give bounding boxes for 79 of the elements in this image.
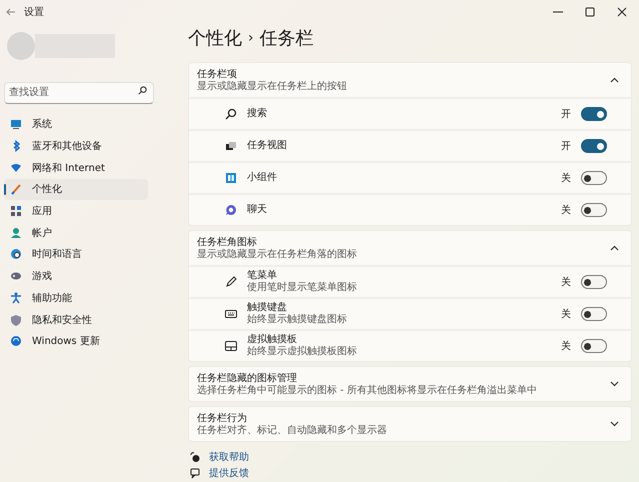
card-header[interactable]: 任务栏角图标 显示或隐藏显示在任务栏角落的图标 (189, 231, 631, 265)
card-header[interactable]: 任务栏行为 任务栏对齐、标记、自动隐藏和多个显示器 (189, 407, 631, 441)
setting-label: 触摸键盘 (247, 302, 288, 314)
setting-description: 使用笔时显示笔菜单图标 (247, 282, 358, 294)
shield-icon (10, 314, 22, 326)
setting-label: 笔菜单 (247, 270, 278, 282)
chevron-down-icon (610, 381, 619, 387)
monitor-icon (10, 118, 22, 130)
section-description: 选择任务栏角中可能显示的图标 - 所有其他图标将显示在任务栏角溢出菜单中 (197, 384, 538, 396)
toggle-state-label: 开 (561, 108, 571, 121)
toggle-switch[interactable] (581, 139, 607, 153)
sidebar-item[interactable]: 游戏 (4, 266, 148, 286)
help-link[interactable]: 获取帮助 (209, 450, 249, 464)
section-title: 任务栏角图标 (197, 236, 258, 248)
setting-description: 始终显示虚拟触摸板图标 (247, 346, 358, 358)
sidebar-item[interactable]: 帐户 (4, 222, 148, 244)
help-link[interactable]: 提供反馈 (209, 466, 249, 480)
setting-label: 搜索 (247, 108, 268, 120)
toggle-switch[interactable] (581, 307, 607, 321)
sidebar-item[interactable]: 辅助功能 (4, 288, 148, 308)
card-header[interactable]: 任务栏项 显示或隐藏显示在任务栏上的按钮 (189, 63, 631, 97)
toggle-switch[interactable] (581, 275, 607, 289)
chevron-up-icon (610, 245, 619, 251)
pen-icon (225, 276, 237, 288)
search-icon (138, 86, 147, 95)
section-description: 任务栏对齐、标记、自动隐藏和多个显示器 (197, 424, 388, 436)
gamepad-icon (10, 270, 22, 282)
toggle-switch[interactable] (581, 339, 607, 353)
sidebar-item[interactable]: Windows 更新 (4, 330, 148, 352)
apps-icon (10, 205, 22, 218)
toggle-state-label: 关 (561, 172, 571, 185)
close-icon[interactable] (617, 7, 627, 17)
toggle-state-label: 关 (561, 204, 571, 217)
person-icon (10, 226, 22, 239)
chevron-down-icon (610, 421, 619, 427)
setting-description: 始终显示触摸键盘图标 (247, 314, 348, 326)
section-title: 任务栏隐藏的图标管理 (197, 372, 298, 384)
feedback-icon (190, 468, 201, 478)
breadcrumb-separator: › (248, 30, 254, 46)
sidebar-item[interactable]: 蓝牙和其他设备 (4, 136, 148, 156)
widgets-icon (225, 172, 237, 184)
wifi-icon (10, 162, 22, 174)
section-description: 显示或隐藏显示在任务栏角落的图标 (197, 248, 358, 260)
setting-label: 聊天 (247, 204, 268, 216)
setting-label: 虚拟触摸板 (247, 334, 298, 346)
search-icon (225, 108, 237, 120)
keyboard-icon (225, 308, 237, 320)
sidebar-item[interactable]: 应用 (4, 200, 148, 222)
avatar-placeholder (7, 32, 35, 60)
back-arrow-icon[interactable] (6, 8, 16, 16)
toggle-switch[interactable] (581, 107, 607, 121)
task-view-icon (225, 140, 237, 152)
toggle-state-label: 关 (561, 276, 571, 289)
maximize-icon[interactable] (585, 7, 595, 17)
toggle-switch[interactable] (581, 171, 607, 185)
accessibility-icon (10, 292, 22, 304)
touchpad-icon (225, 340, 237, 352)
search-field[interactable]: 查找设置 (4, 82, 154, 104)
toggle-state-label: 关 (561, 340, 571, 353)
toggle-switch[interactable] (581, 203, 607, 217)
card-header[interactable]: 任务栏隐藏的图标管理 选择任务栏角中可能显示的图标 - 所有其他图标将显示在任务栏角溢出菜单中 (189, 367, 631, 401)
sidebar-item[interactable]: 个性化 (4, 179, 148, 200)
section-title: 任务栏项 (197, 68, 238, 80)
window-title: 设置 (24, 6, 44, 19)
sidebar-item[interactable]: 时间和语言 (4, 244, 148, 265)
page-title: 任务栏 (260, 27, 314, 50)
setting-label: 任务视图 (247, 140, 288, 152)
brush-icon (10, 183, 22, 196)
chevron-up-icon (610, 77, 619, 83)
section-title: 任务栏行为 (197, 412, 248, 424)
sidebar-item[interactable]: 隐私和安全性 (4, 309, 148, 330)
toggle-state-label: 开 (561, 140, 571, 153)
sidebar-item[interactable]: 系统 (4, 114, 148, 135)
section-description: 显示或隐藏显示在任务栏上的按钮 (197, 80, 348, 92)
breadcrumb-parent[interactable]: 个性化 (188, 26, 242, 50)
chat-icon (225, 204, 237, 216)
sidebar-item[interactable]: 网络和 Internet (4, 157, 148, 178)
toggle-state-label: 关 (561, 308, 571, 321)
setting-label: 小组件 (247, 172, 278, 184)
